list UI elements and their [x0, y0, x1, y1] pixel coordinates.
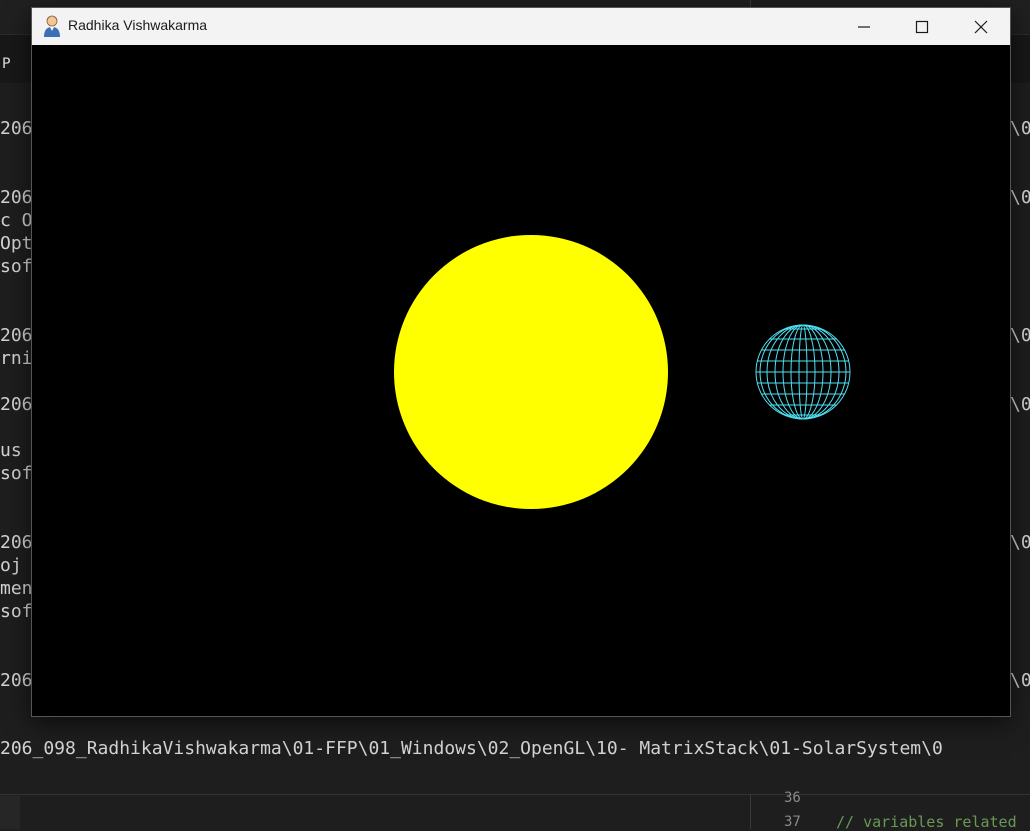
- line-number: 36: [784, 790, 801, 806]
- line-number: 37: [784, 814, 801, 830]
- sun-sphere: [394, 235, 668, 509]
- opengl-viewport[interactable]: [32, 45, 1010, 716]
- minimize-button[interactable]: [835, 8, 893, 45]
- terminal-line-fragment: \0: [1010, 187, 1030, 208]
- user-avatar-icon: [44, 15, 60, 37]
- terminal-line-fragment: \0: [1010, 118, 1030, 139]
- code-comment: // variables related: [836, 813, 1017, 831]
- terminal-line-fragment: Opt: [0, 233, 33, 254]
- minimize-icon: [858, 26, 870, 28]
- maximize-button[interactable]: [893, 8, 951, 45]
- terminal-line-fragment: \0: [1010, 670, 1030, 691]
- terminal-tab-label[interactable]: P: [2, 56, 10, 72]
- earth-wireframe-sphere: [755, 324, 851, 420]
- terminal-path-line: 206_098_RadhikaVishwakarma\01-FFP\01_Win…: [0, 738, 943, 759]
- close-button[interactable]: [952, 8, 1010, 45]
- editor-gutter-strip: [0, 796, 20, 829]
- app-window[interactable]: Radhika Vishwakarma: [31, 7, 1011, 717]
- solar-system-scene: [394, 235, 851, 509]
- title-bar[interactable]: Radhika Vishwakarma: [32, 8, 1010, 45]
- editor-divider: [750, 794, 751, 829]
- maximize-icon: [915, 20, 929, 34]
- window-title: Radhika Vishwakarma: [68, 17, 208, 33]
- close-icon: [974, 20, 988, 34]
- terminal-line-fragment: \0: [1010, 325, 1030, 346]
- terminal-line-fragment: \0: [1010, 532, 1030, 553]
- terminal-line-fragment: \0: [1010, 394, 1030, 415]
